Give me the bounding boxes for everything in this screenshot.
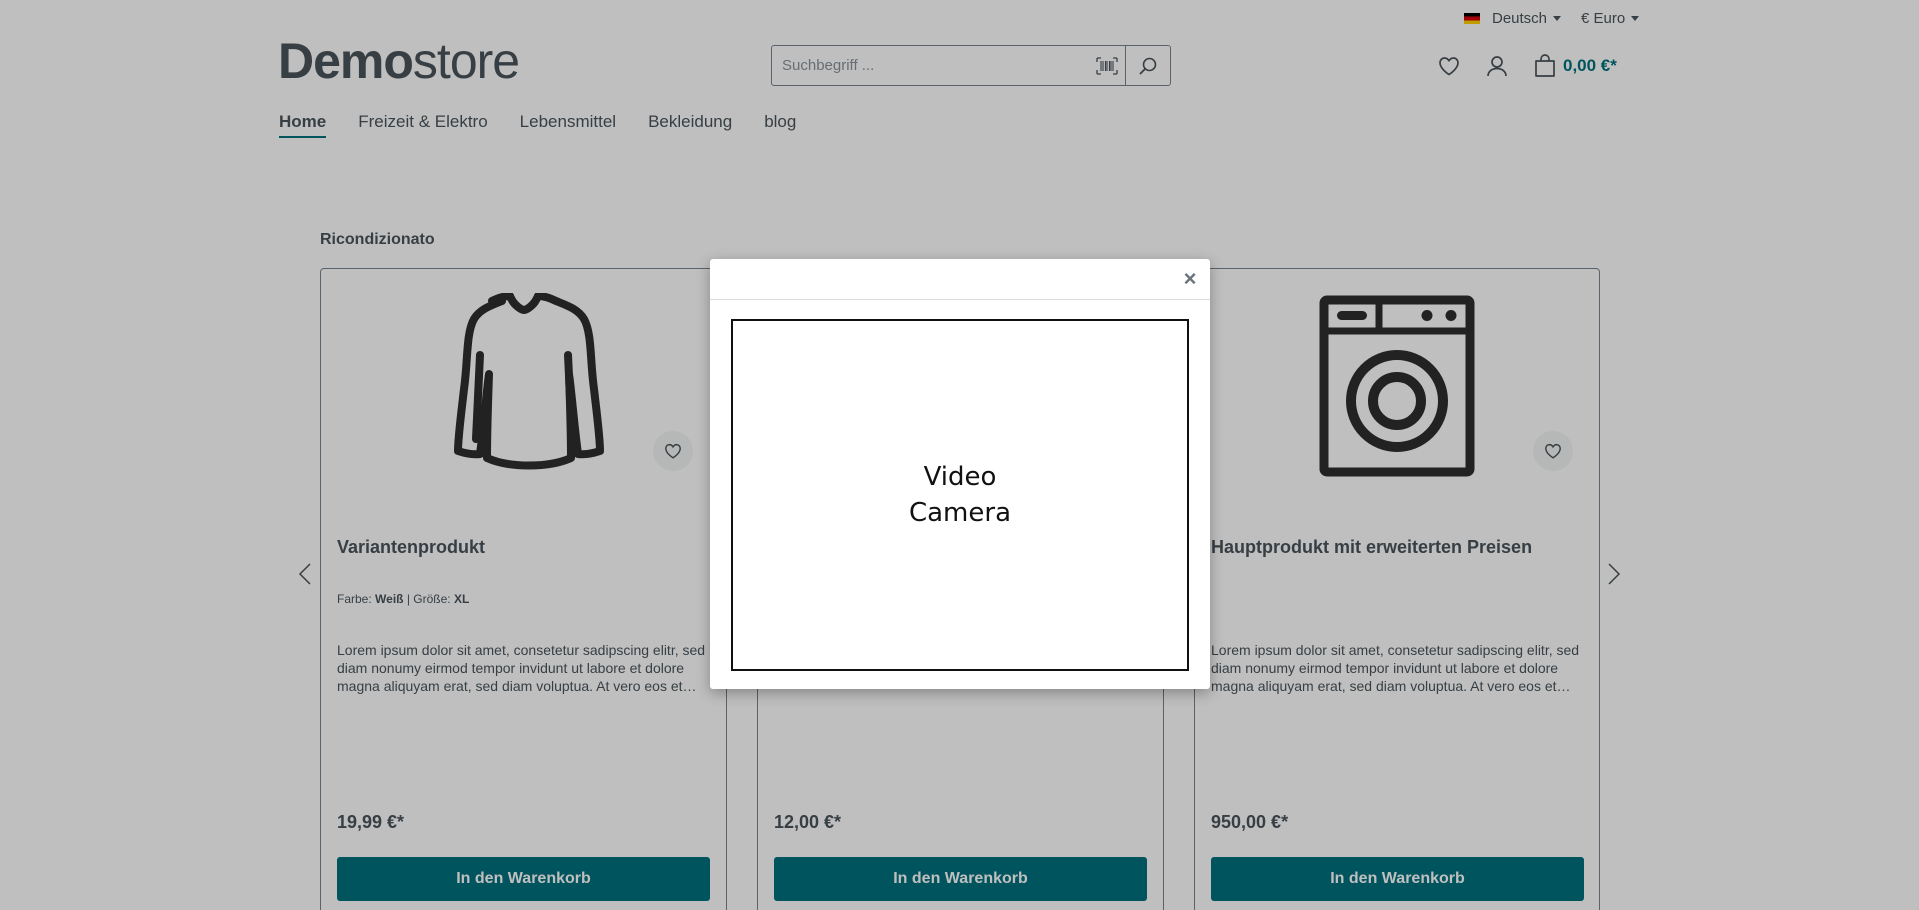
barcode-scanner-modal: × Video Camera bbox=[710, 259, 1210, 689]
modal-header: × bbox=[710, 259, 1210, 300]
close-button[interactable]: × bbox=[1180, 268, 1200, 290]
video-camera-label: Video Camera bbox=[890, 459, 1030, 531]
video-label-line1: Video bbox=[923, 462, 997, 492]
video-label-line2: Camera bbox=[908, 498, 1012, 528]
video-camera-view: Video Camera bbox=[731, 319, 1189, 671]
